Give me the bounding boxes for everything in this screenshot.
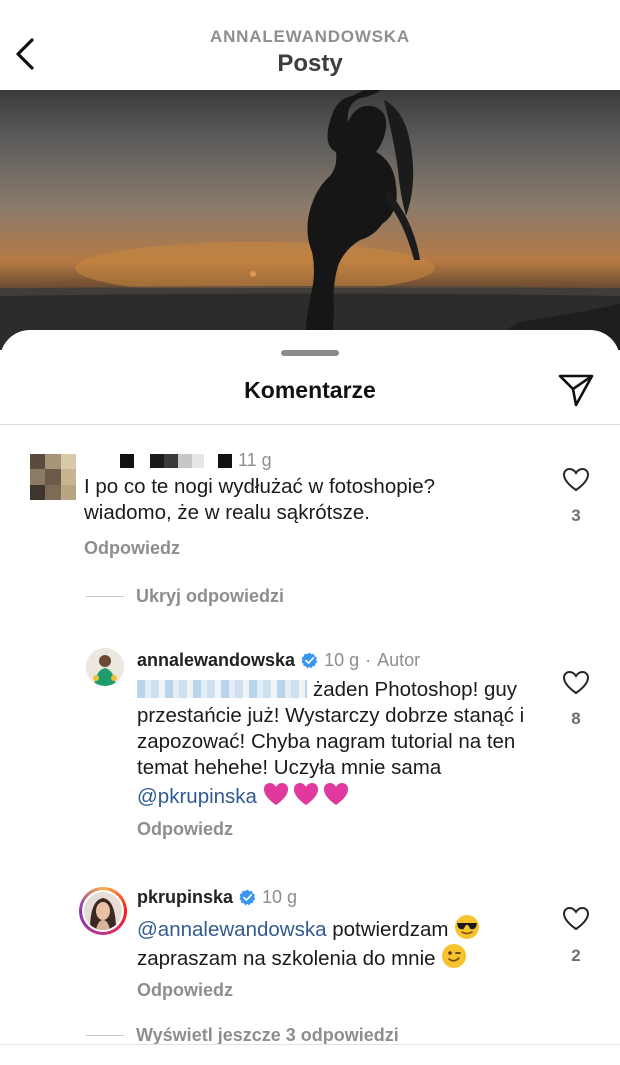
- comment-text: I po co te nogi wydłużać w fotoshopie? w…: [84, 475, 435, 524]
- comment-header: 11 g: [84, 450, 272, 471]
- mention-link[interactable]: @pkrupinska: [137, 785, 257, 808]
- reply-text: @annalewandowska potwierdzam zapraszam n…: [137, 914, 537, 972]
- like-count: 3: [571, 506, 581, 525]
- paper-plane-icon[interactable]: [557, 371, 595, 409]
- mention-link[interactable]: @annalewandowska: [137, 918, 327, 941]
- comment-time: 11 g: [238, 450, 272, 470]
- verified-badge-icon: [239, 889, 256, 906]
- username[interactable]: pkrupinska: [137, 887, 233, 908]
- meta-separator: ·: [365, 650, 372, 670]
- avatar-story-ring[interactable]: [79, 887, 127, 935]
- reply-time: 10 g: [262, 887, 298, 907]
- author-badge: Autor: [377, 650, 421, 670]
- reply-button[interactable]: Odpowiedz: [137, 819, 233, 840]
- sheet-grabber[interactable]: [281, 350, 339, 356]
- divider: [0, 1044, 620, 1045]
- verified-badge-icon: [301, 652, 318, 669]
- like-count: 2: [571, 946, 581, 965]
- avatar: [84, 892, 122, 930]
- divider: [0, 424, 620, 425]
- heart-outline-icon[interactable]: [562, 669, 590, 697]
- reply-time: 10 g: [324, 650, 360, 670]
- wink-emoji-icon: [442, 944, 467, 968]
- sunglasses-emoji-icon: [455, 915, 480, 939]
- heart-emoji-icon: [263, 783, 348, 805]
- page-title: Posty: [277, 50, 343, 77]
- profile-username: ANNALEWANDOWSKA: [210, 27, 410, 46]
- avatar[interactable]: [86, 648, 124, 686]
- pixelated-mention: [137, 680, 307, 698]
- comments-sheet: Komentarze 11 g I po co te nogi wydłużać…: [0, 330, 620, 1065]
- top-bar: ANNALEWANDOWSKA Posty: [0, 0, 620, 90]
- thread-line: [86, 596, 124, 597]
- heart-outline-icon[interactable]: [562, 905, 590, 933]
- reply-button[interactable]: Odpowiedz: [84, 538, 180, 559]
- like-count: 8: [571, 709, 581, 728]
- avatar[interactable]: [30, 454, 76, 500]
- heart-outline-icon[interactable]: [562, 466, 590, 494]
- view-more-label: Wyświetl jeszcze 3 odpowiedzi: [136, 1026, 399, 1044]
- reply-button[interactable]: Odpowiedz: [137, 980, 233, 1001]
- view-more-replies-button[interactable]: Wyświetl jeszcze 3 odpowiedzi: [86, 1026, 399, 1044]
- sheet-title: Komentarze: [244, 377, 376, 403]
- reply-header: pkrupinska 10 g: [137, 887, 297, 908]
- hide-replies-button[interactable]: Ukryj odpowiedzi: [86, 586, 284, 607]
- post-image: [0, 90, 620, 350]
- reply-header: annalewandowska 10 g · Autor: [137, 650, 420, 671]
- hide-replies-label: Ukryj odpowiedzi: [136, 586, 285, 606]
- reply-text: żaden Photoshop! guy przestańcie już! Wy…: [137, 678, 525, 808]
- username[interactable]: annalewandowska: [137, 650, 295, 671]
- thread-line: [86, 1034, 124, 1036]
- username-pixelated[interactable]: [84, 453, 232, 468]
